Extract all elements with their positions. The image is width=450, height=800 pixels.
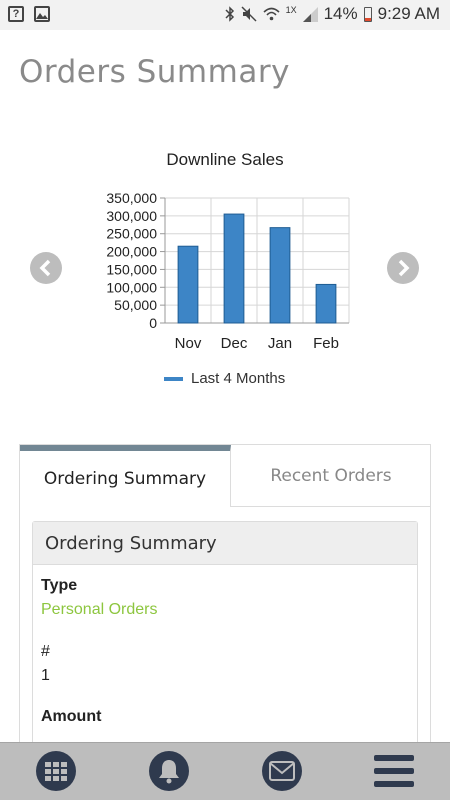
chevron-left-icon (39, 259, 51, 277)
tab-recent-orders[interactable]: Recent Orders (231, 445, 431, 507)
chart-title: Downline Sales (166, 150, 284, 169)
chevron-right-icon (398, 259, 410, 277)
tab-ordering-summary[interactable]: Ordering Summary (20, 445, 231, 507)
y-tick-label: 50,000 (114, 297, 157, 313)
battery-icon (363, 6, 372, 22)
card-header: Ordering Summary (33, 522, 417, 565)
grid-menu-button[interactable] (36, 751, 76, 791)
hamburger-icon (374, 755, 414, 787)
signal-icon (302, 6, 318, 22)
count-value: 1 (41, 667, 50, 684)
x-tick-label: Feb (313, 335, 339, 352)
bar-dec (223, 213, 245, 324)
type-label: Type (41, 577, 78, 594)
ordering-summary-card: Ordering Summary Type Personal Orders # … (32, 521, 418, 751)
x-tick-label: Dec (221, 335, 248, 352)
bar-nov (177, 245, 199, 324)
y-tick-label: 350,000 (106, 190, 157, 206)
y-tick-label: 100,000 (106, 279, 157, 295)
bar-jan (269, 227, 291, 324)
x-tick-label: Jan (268, 335, 292, 352)
y-tick-label: 150,000 (106, 261, 157, 277)
x-tick-label: Nov (175, 335, 202, 352)
legend-label: Last 4 Months (191, 370, 286, 387)
wifi-icon (263, 7, 280, 21)
downline-sales-chart: 0 50,000 100,000 150,000200,000 250,000 300,0… (106, 190, 350, 352)
y-tick-label: 300,000 (106, 208, 157, 224)
question-icon: ? (8, 6, 24, 22)
amount-label: Amount (41, 708, 102, 725)
app-screen: ? 1X 14% 9:29 AM Orders Summary Downline… (0, 0, 450, 800)
bluetooth-icon (225, 6, 234, 22)
y-tick-label: 200,000 (106, 244, 157, 260)
network-type: 1X (285, 5, 297, 15)
grid-icon (36, 751, 76, 791)
y-tick-label: 0 (149, 315, 157, 331)
bell-icon (149, 751, 189, 791)
messages-button[interactable] (262, 751, 302, 791)
notifications-button[interactable] (149, 751, 189, 791)
image-icon (34, 6, 50, 22)
count-label: # (41, 643, 50, 660)
type-value: Personal Orders (41, 601, 158, 618)
battery-percent: 14% (323, 4, 358, 23)
chart-legend[interactable]: Last 4 Months (164, 370, 285, 387)
summary-panel: Ordering Summary Recent Orders Ordering … (19, 444, 431, 751)
mail-icon (262, 751, 302, 791)
page-title: Orders Summary (19, 54, 290, 90)
bottom-nav (0, 742, 450, 800)
clock: 9:29 AM (377, 4, 440, 23)
bar-feb (315, 283, 337, 324)
hamburger-menu-button[interactable] (374, 751, 414, 791)
y-tick-label: 250,000 (106, 226, 157, 242)
mute-icon (241, 6, 257, 22)
legend-swatch (164, 376, 183, 381)
status-bar: ? 1X 14% 9:29 AM (0, 0, 450, 30)
chart-prev-button[interactable] (30, 252, 62, 284)
chart-next-button[interactable] (387, 252, 419, 284)
